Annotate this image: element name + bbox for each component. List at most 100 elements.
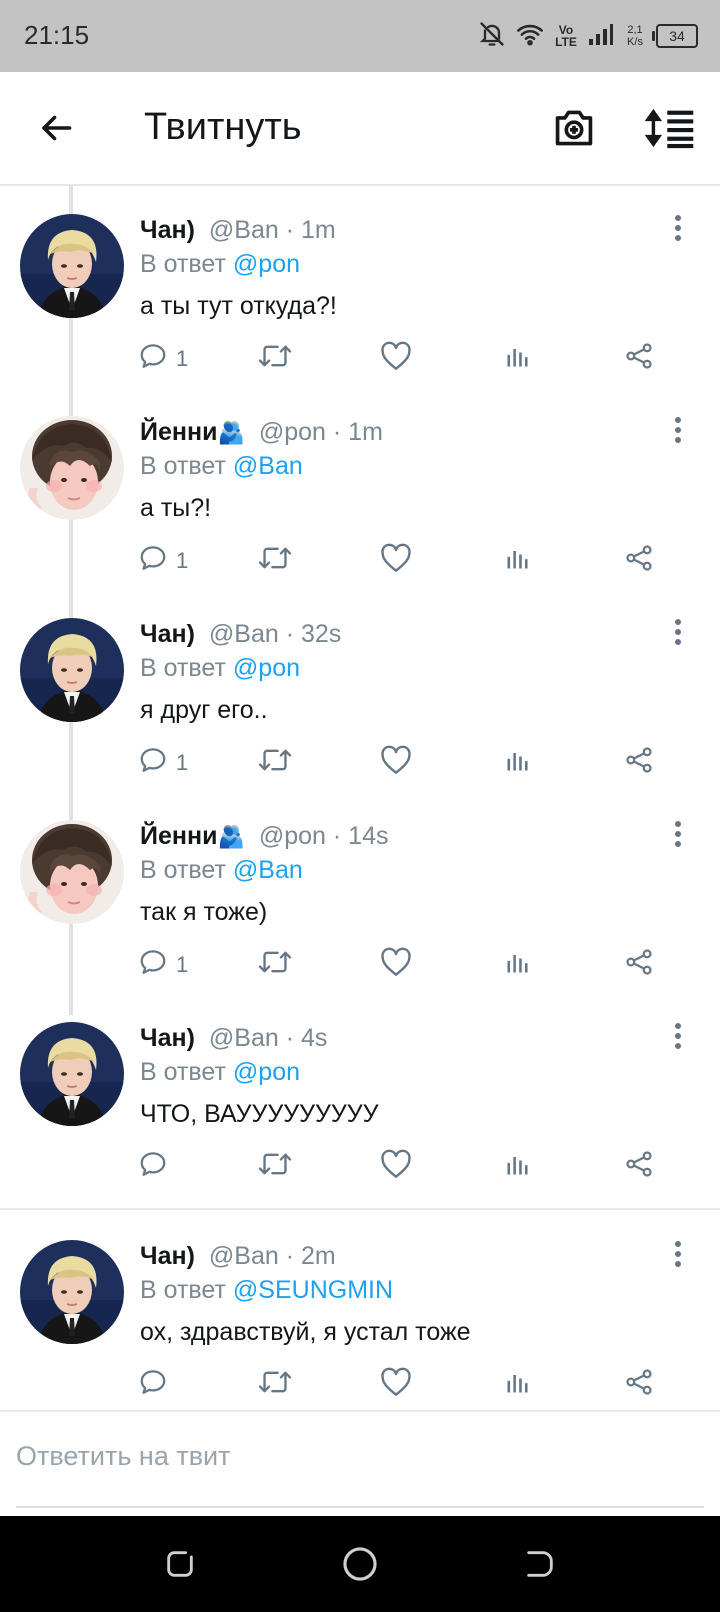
reply-mention[interactable]: @pon [233, 654, 300, 682]
more-options-button[interactable] [664, 1020, 692, 1056]
tweet-text: так я тоже) [140, 898, 268, 926]
share-button[interactable] [624, 339, 654, 379]
like-button[interactable] [380, 743, 412, 783]
reply-context: В ответ @pon [140, 654, 300, 683]
reply-button[interactable]: 1 [138, 945, 188, 985]
more-vertical-icon [674, 820, 682, 853]
share-button[interactable] [624, 743, 654, 783]
system-back-button[interactable] [518, 1542, 562, 1586]
reply-button[interactable] [138, 1147, 176, 1187]
more-vertical-icon [674, 416, 682, 449]
author-name[interactable]: Йенни [140, 418, 217, 446]
reply-mention[interactable]: @Ban [233, 856, 303, 884]
tweet[interactable]: Йенни🫂 @pon · 14s В ответ @Ban так я тоже) 1 [0, 790, 720, 992]
author-name[interactable]: Чан) [140, 620, 195, 648]
more-options-button[interactable] [664, 616, 692, 652]
reply-mention[interactable]: @pon [233, 1058, 300, 1086]
avatar[interactable] [20, 416, 124, 520]
share-button[interactable] [624, 1147, 654, 1187]
camera-button[interactable] [548, 102, 600, 154]
author-name[interactable]: Чан) [140, 1242, 195, 1270]
author-name[interactable]: Йенни [140, 822, 217, 850]
system-nav-bar [0, 1516, 720, 1612]
share-button[interactable] [624, 945, 654, 985]
reply-button[interactable]: 1 [138, 541, 188, 581]
avatar[interactable] [20, 214, 124, 318]
like-button[interactable] [380, 541, 412, 581]
tweet-text: я друг его.. [140, 696, 268, 724]
analytics-button[interactable] [504, 1365, 532, 1405]
tweet[interactable]: Чан) @Ban · 1m В ответ @pon а ты тут откуда… [0, 184, 720, 386]
reply-mention[interactable]: @pon [233, 250, 300, 278]
like-button[interactable] [380, 1365, 412, 1405]
tweet-header: Чан) @Ban · 1m [140, 216, 336, 245]
tweet-text: а ты тут откуда?! [140, 292, 337, 320]
tweet[interactable]: Чан) @Ban · 4s В ответ @pon ЧТО, ВАУУУУУУУУ… [0, 992, 720, 1194]
retweet-button[interactable] [258, 945, 292, 985]
reply-prefix: В ответ [140, 452, 226, 480]
avatar[interactable] [20, 1240, 124, 1344]
retweet-button[interactable] [258, 541, 292, 581]
share-button[interactable] [624, 1365, 654, 1405]
more-options-button[interactable] [664, 212, 692, 248]
heart-icon [380, 745, 412, 781]
tweet[interactable]: Чан) @Ban · 2m В ответ @SEUNGMIN ох, здравс… [0, 1210, 720, 1412]
analytics-button[interactable] [504, 743, 532, 783]
analytics-button[interactable] [504, 1147, 532, 1187]
retweet-button[interactable] [258, 339, 292, 379]
home-button[interactable] [338, 1542, 382, 1586]
author-name[interactable]: Чан) [140, 216, 195, 244]
share-icon [624, 543, 654, 579]
recents-button[interactable] [158, 1542, 202, 1586]
reply-button[interactable]: 1 [138, 339, 188, 379]
tweet[interactable]: Йенни🫂 @pon · 1m В ответ @Ban а ты?! 1 [0, 386, 720, 588]
author-handle[interactable]: @pon [259, 822, 326, 850]
more-vertical-icon [674, 618, 682, 651]
author-handle[interactable]: @Ban [209, 620, 279, 648]
tweet[interactable]: Чан) @Ban · 32s В ответ @pon я друг его.. 1 [0, 588, 720, 790]
tweet-header: Чан) @Ban · 4s [140, 1024, 327, 1053]
author-handle[interactable]: @Ban [209, 1024, 279, 1052]
reply-count: 1 [176, 548, 189, 573]
reply-input[interactable] [16, 1428, 704, 1484]
reply-input-underline [16, 1506, 704, 1508]
reply-mention[interactable]: @SEUNGMIN [233, 1276, 393, 1304]
more-options-button[interactable] [664, 818, 692, 854]
reply-count: 1 [176, 952, 189, 977]
reply-icon [138, 947, 168, 983]
more-options-button[interactable] [664, 414, 692, 450]
avatar[interactable] [20, 1022, 124, 1126]
reply-composer [0, 1412, 720, 1514]
analytics-button[interactable] [504, 945, 532, 985]
reply-mention[interactable]: @Ban [233, 452, 303, 480]
retweet-button[interactable] [258, 743, 292, 783]
back-button[interactable] [30, 102, 82, 154]
retweet-button[interactable] [258, 1147, 292, 1187]
divider [0, 1208, 720, 1210]
author-name[interactable]: Чан) [140, 1024, 195, 1052]
more-options-button[interactable] [664, 1238, 692, 1274]
page-title: Твитнуть [144, 106, 302, 148]
analytics-button[interactable] [504, 339, 532, 379]
retweet-button[interactable] [258, 1365, 292, 1405]
reply-button[interactable]: 1 [138, 743, 188, 783]
avatar[interactable] [20, 618, 124, 722]
status-icons: Vo LTE 2,1 K/s 34 [478, 16, 698, 56]
author-handle[interactable]: @Ban [209, 1242, 279, 1270]
like-button[interactable] [380, 1147, 412, 1187]
author-handle[interactable]: @Ban [209, 216, 279, 244]
heart-icon [380, 1367, 412, 1403]
analytics-button[interactable] [504, 541, 532, 581]
like-button[interactable] [380, 339, 412, 379]
avatar[interactable] [20, 820, 124, 924]
bar-chart-icon [504, 1368, 532, 1402]
separator-dot: · [325, 418, 349, 446]
reply-prefix: В ответ [140, 856, 226, 884]
author-handle[interactable]: @pon [259, 418, 326, 446]
like-button[interactable] [380, 945, 412, 985]
tweet-time: 1m [348, 418, 383, 446]
sort-button[interactable] [640, 102, 698, 154]
share-button[interactable] [624, 541, 654, 581]
separator-dot: · [325, 822, 349, 850]
reply-button[interactable] [138, 1365, 176, 1405]
